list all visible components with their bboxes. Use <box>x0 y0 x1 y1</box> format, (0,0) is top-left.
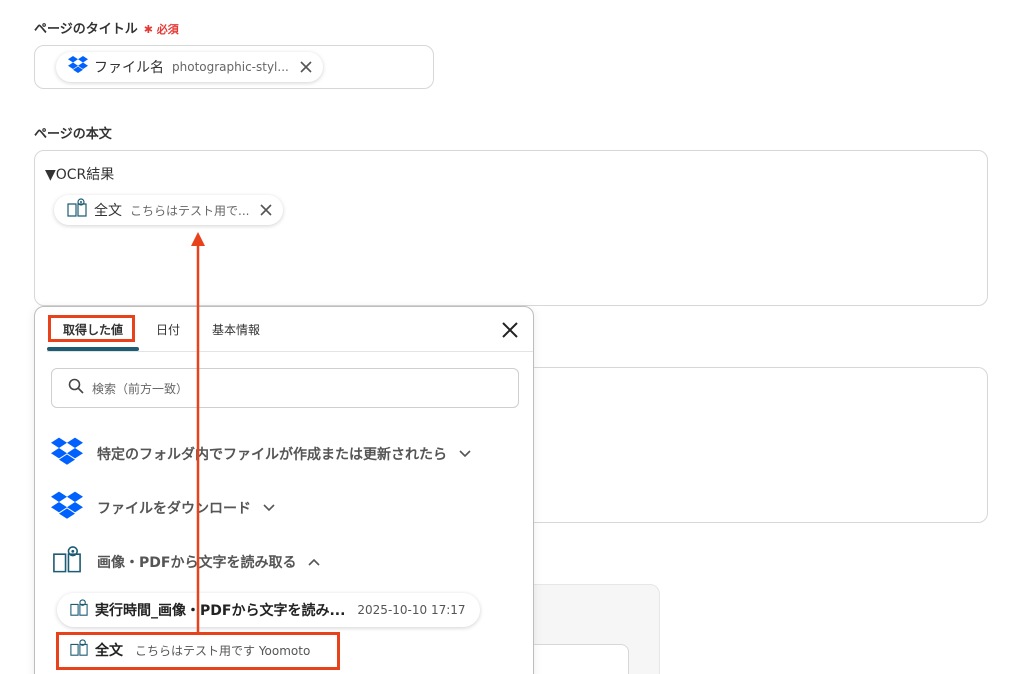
value-item-execution-time[interactable]: 実行時間_画像・PDFから文字を読み... 2025-10-10 17:17 <box>57 593 480 627</box>
search-icon <box>68 378 84 398</box>
tab-date[interactable]: 日付 <box>156 321 180 338</box>
search-placeholder: 検索（前方一致） <box>92 381 189 396</box>
group-title: 特定のフォルダ内でファイルが作成または更新されたら <box>97 447 447 463</box>
item-value: 2025-10-10 17:17 <box>357 603 466 617</box>
close-icon[interactable] <box>259 203 273 217</box>
value-picker-popup: 取得した値 日付 基本情報 検索（前方一致） 特定のフォルダ内でファイルが作成ま… <box>34 306 534 674</box>
page-title-label: ページのタイトル ✱ 必須 <box>34 18 179 37</box>
dropbox-icon <box>51 437 83 471</box>
active-tab-indicator <box>47 347 139 351</box>
chip-title: 全文 <box>94 203 122 219</box>
page-body-field[interactable] <box>34 150 988 306</box>
required-badge: ✱ 必須 <box>143 23 179 36</box>
ocr-book-icon <box>51 545 83 579</box>
dropbox-icon <box>51 491 83 525</box>
body-text: ▼OCR結果 <box>45 167 115 183</box>
highlight-box-item <box>56 632 340 670</box>
close-icon[interactable] <box>501 321 519 339</box>
dropbox-icon <box>68 56 88 78</box>
highlight-box-tab <box>48 315 135 342</box>
close-icon[interactable] <box>299 60 313 74</box>
chevron-down-icon <box>459 450 471 458</box>
chip-value: photographic-styl... <box>172 60 289 74</box>
ocr-book-icon <box>69 599 89 621</box>
group-title: 画像・PDFから文字を読み取る <box>97 555 297 571</box>
group-folder-trigger[interactable]: 特定のフォルダ内でファイルが作成または更新されたら <box>51 437 471 471</box>
group-download-file[interactable]: ファイルをダウンロード <box>51 491 275 525</box>
group-ocr[interactable]: 画像・PDFから文字を読み取る <box>51 545 321 579</box>
full-text-chip[interactable]: 全文 こちらはテスト用で... <box>54 195 284 225</box>
required-text: 必須 <box>156 23 179 36</box>
page-body-label: ページの本文 <box>34 127 112 142</box>
chevron-up-icon <box>308 558 321 566</box>
chip-title: ファイル名 <box>94 60 164 76</box>
search-input[interactable]: 検索（前方一致） <box>51 368 519 408</box>
file-name-chip[interactable]: ファイル名 photographic-styl... <box>56 52 323 82</box>
group-title: ファイルをダウンロード <box>97 501 251 517</box>
page-title-label-text: ページのタイトル <box>34 22 138 37</box>
ocr-book-icon <box>66 198 88 222</box>
item-title: 実行時間_画像・PDFから文字を読み... <box>95 603 346 619</box>
background-input <box>520 644 629 674</box>
tab-basic-info[interactable]: 基本情報 <box>212 321 260 338</box>
chip-value: こちらはテスト用で... <box>130 203 250 218</box>
chevron-down-icon <box>263 504 275 512</box>
